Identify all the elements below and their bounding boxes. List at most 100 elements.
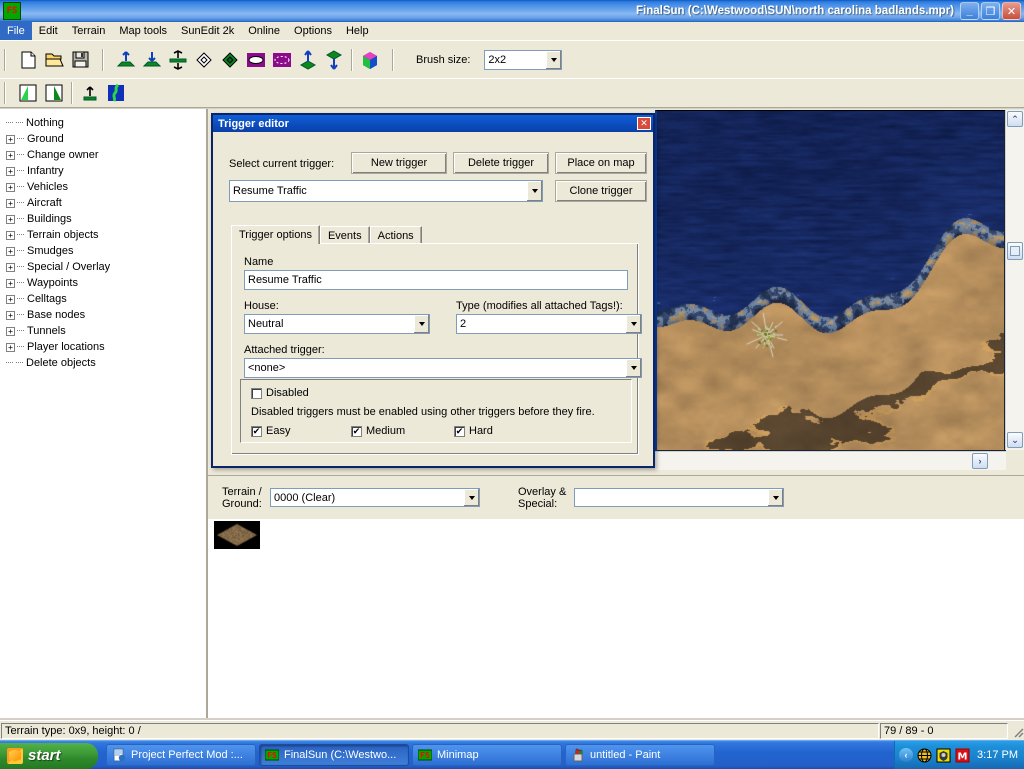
expand-plus-icon[interactable]: + bbox=[6, 295, 15, 304]
shield-icon[interactable] bbox=[936, 748, 951, 763]
medium-checkbox[interactable]: ✔ bbox=[351, 426, 362, 437]
scroll-down-button[interactable]: ⌄ bbox=[1007, 432, 1023, 448]
trigger-editor-dialog[interactable]: Trigger editor ✕ Select current trigger:… bbox=[211, 113, 655, 468]
resize-grip-icon[interactable] bbox=[1010, 724, 1024, 738]
tray-expand-button[interactable]: ‹ bbox=[899, 748, 913, 762]
tile-outline-icon[interactable] bbox=[193, 49, 215, 71]
brush-size-combo[interactable]: 2x2 bbox=[484, 50, 562, 70]
tree-item-base-nodes[interactable]: + Base nodes bbox=[6, 307, 206, 323]
expand-plus-icon[interactable]: + bbox=[6, 183, 15, 192]
raise-ground-icon[interactable] bbox=[115, 49, 137, 71]
menu-terrain[interactable]: Terrain bbox=[65, 22, 113, 40]
flatten-ground-icon[interactable] bbox=[167, 49, 189, 71]
expand-plus-icon[interactable]: + bbox=[6, 167, 15, 176]
menu-edit[interactable]: Edit bbox=[32, 22, 65, 40]
tree-item-delete-objects[interactable]: Delete objects bbox=[6, 355, 206, 371]
lower-ground-icon[interactable] bbox=[141, 49, 163, 71]
menu-map-tools[interactable]: Map tools bbox=[112, 22, 174, 40]
cube-color-icon[interactable] bbox=[359, 49, 381, 71]
menu-sunedit-2k[interactable]: SunEdit 2k bbox=[174, 22, 241, 40]
map-canvas[interactable] bbox=[657, 111, 1004, 450]
raise-tile-icon[interactable] bbox=[297, 49, 319, 71]
save-disk-icon[interactable] bbox=[69, 49, 91, 71]
open-folder-icon[interactable] bbox=[43, 49, 65, 71]
chevron-down-icon[interactable] bbox=[767, 489, 783, 506]
expand-plus-icon[interactable]: + bbox=[6, 247, 15, 256]
expand-plus-icon[interactable]: + bbox=[6, 151, 15, 160]
tile-preview-area[interactable] bbox=[208, 519, 1024, 718]
tree-item-buildings[interactable]: + Buildings bbox=[6, 211, 206, 227]
height-tool-icon[interactable] bbox=[79, 82, 101, 104]
start-button[interactable]: start bbox=[0, 743, 98, 769]
expand-plus-icon[interactable]: + bbox=[6, 199, 15, 208]
map-horizontal-scrollbar[interactable]: › bbox=[655, 451, 1006, 470]
tree-item-player-locations[interactable]: + Player locations bbox=[6, 339, 206, 355]
expand-plus-icon[interactable]: + bbox=[6, 215, 15, 224]
house-combo[interactable]: Neutral bbox=[244, 314, 430, 334]
medium-checkbox-row[interactable]: ✔ Medium bbox=[351, 425, 405, 437]
tree-item-waypoints[interactable]: + Waypoints bbox=[6, 275, 206, 291]
tree-item-celltags[interactable]: + Celltags bbox=[6, 291, 206, 307]
menu-options[interactable]: Options bbox=[287, 22, 339, 40]
tree-item-vehicles[interactable]: + Vehicles bbox=[6, 179, 206, 195]
place-on-map-button[interactable]: Place on map bbox=[555, 152, 647, 174]
tab-events[interactable]: Events bbox=[320, 226, 370, 244]
tab-trigger-options[interactable]: Trigger options bbox=[231, 225, 320, 244]
ellipse-outline-icon[interactable] bbox=[245, 49, 267, 71]
ellipse-dotted-icon[interactable] bbox=[271, 49, 293, 71]
menu-help[interactable]: Help bbox=[339, 22, 376, 40]
map-canvas-container[interactable] bbox=[655, 110, 1006, 451]
delete-trigger-button[interactable]: Delete trigger bbox=[453, 152, 549, 174]
lower-tile-icon[interactable] bbox=[323, 49, 345, 71]
tree-item-nothing[interactable]: Nothing bbox=[6, 115, 206, 131]
chevron-down-icon[interactable] bbox=[413, 315, 429, 333]
taskbar-item-project-perfect-mod[interactable]: Project Perfect Mod :... bbox=[106, 744, 256, 766]
chevron-down-icon[interactable] bbox=[625, 359, 641, 377]
tree-item-tunnels[interactable]: + Tunnels bbox=[6, 323, 206, 339]
expand-plus-icon[interactable]: + bbox=[6, 279, 15, 288]
tile-filled-icon[interactable] bbox=[219, 49, 241, 71]
tree-item-special-overlay[interactable]: + Special / Overlay bbox=[6, 259, 206, 275]
disabled-checkbox-row[interactable]: Disabled bbox=[251, 387, 309, 399]
type-combo[interactable]: 2 bbox=[456, 314, 642, 334]
map-vertical-scrollbar[interactable]: ⌃ ⌄ bbox=[1005, 110, 1024, 450]
tree-item-smudges[interactable]: + Smudges bbox=[6, 243, 206, 259]
slope-right-icon[interactable] bbox=[43, 82, 65, 104]
maximize-button[interactable]: ❐ bbox=[981, 2, 1000, 20]
map-view[interactable]: ⌃ ⌄ › bbox=[655, 110, 1024, 470]
taskbar-item-paint[interactable]: untitled - Paint bbox=[565, 744, 715, 766]
chevron-down-icon[interactable] bbox=[625, 315, 641, 333]
river-tool-icon[interactable] bbox=[105, 82, 127, 104]
tree-item-infantry[interactable]: + Infantry bbox=[6, 163, 206, 179]
tree-item-ground[interactable]: + Ground bbox=[6, 131, 206, 147]
slope-left-icon[interactable] bbox=[17, 82, 39, 104]
current-trigger-combo[interactable]: Resume Traffic bbox=[229, 180, 543, 202]
vertical-scroll-thumb[interactable] bbox=[1007, 242, 1023, 260]
hard-checkbox-row[interactable]: ✔ Hard bbox=[454, 425, 493, 437]
terrain-ground-combo[interactable]: 0000 (Clear) bbox=[270, 488, 480, 507]
close-button[interactable]: ✕ bbox=[1002, 2, 1021, 20]
tree-item-terrain-objects[interactable]: + Terrain objects bbox=[6, 227, 206, 243]
menu-online[interactable]: Online bbox=[241, 22, 287, 40]
expand-plus-icon[interactable]: + bbox=[6, 231, 15, 240]
expand-plus-icon[interactable]: + bbox=[6, 327, 15, 336]
chevron-down-icon[interactable] bbox=[463, 489, 479, 506]
dialog-close-button[interactable]: ✕ bbox=[637, 117, 651, 130]
taskbar-item-finalsun[interactable]: FS FinalSun (C:\Westwo... bbox=[259, 744, 409, 766]
expand-plus-icon[interactable]: + bbox=[6, 343, 15, 352]
attached-trigger-combo[interactable]: <none> bbox=[244, 358, 642, 378]
new-document-icon[interactable] bbox=[17, 49, 39, 71]
scroll-up-button[interactable]: ⌃ bbox=[1007, 111, 1023, 127]
overlay-special-combo[interactable] bbox=[574, 488, 784, 507]
easy-checkbox-row[interactable]: ✔ Easy bbox=[251, 425, 290, 437]
new-trigger-button[interactable]: New trigger bbox=[351, 152, 447, 174]
expand-plus-icon[interactable]: + bbox=[6, 263, 15, 272]
expand-plus-icon[interactable]: + bbox=[6, 311, 15, 320]
object-tree-panel[interactable]: Nothing + Ground + Change owner + Infant… bbox=[0, 109, 207, 718]
name-input[interactable]: Resume Traffic bbox=[244, 270, 628, 290]
tree-item-change-owner[interactable]: + Change owner bbox=[6, 147, 206, 163]
expand-plus-icon[interactable]: + bbox=[6, 135, 15, 144]
easy-checkbox[interactable]: ✔ bbox=[251, 426, 262, 437]
chevron-down-icon[interactable] bbox=[545, 51, 561, 69]
mcafee-m-icon[interactable]: M bbox=[955, 748, 970, 763]
